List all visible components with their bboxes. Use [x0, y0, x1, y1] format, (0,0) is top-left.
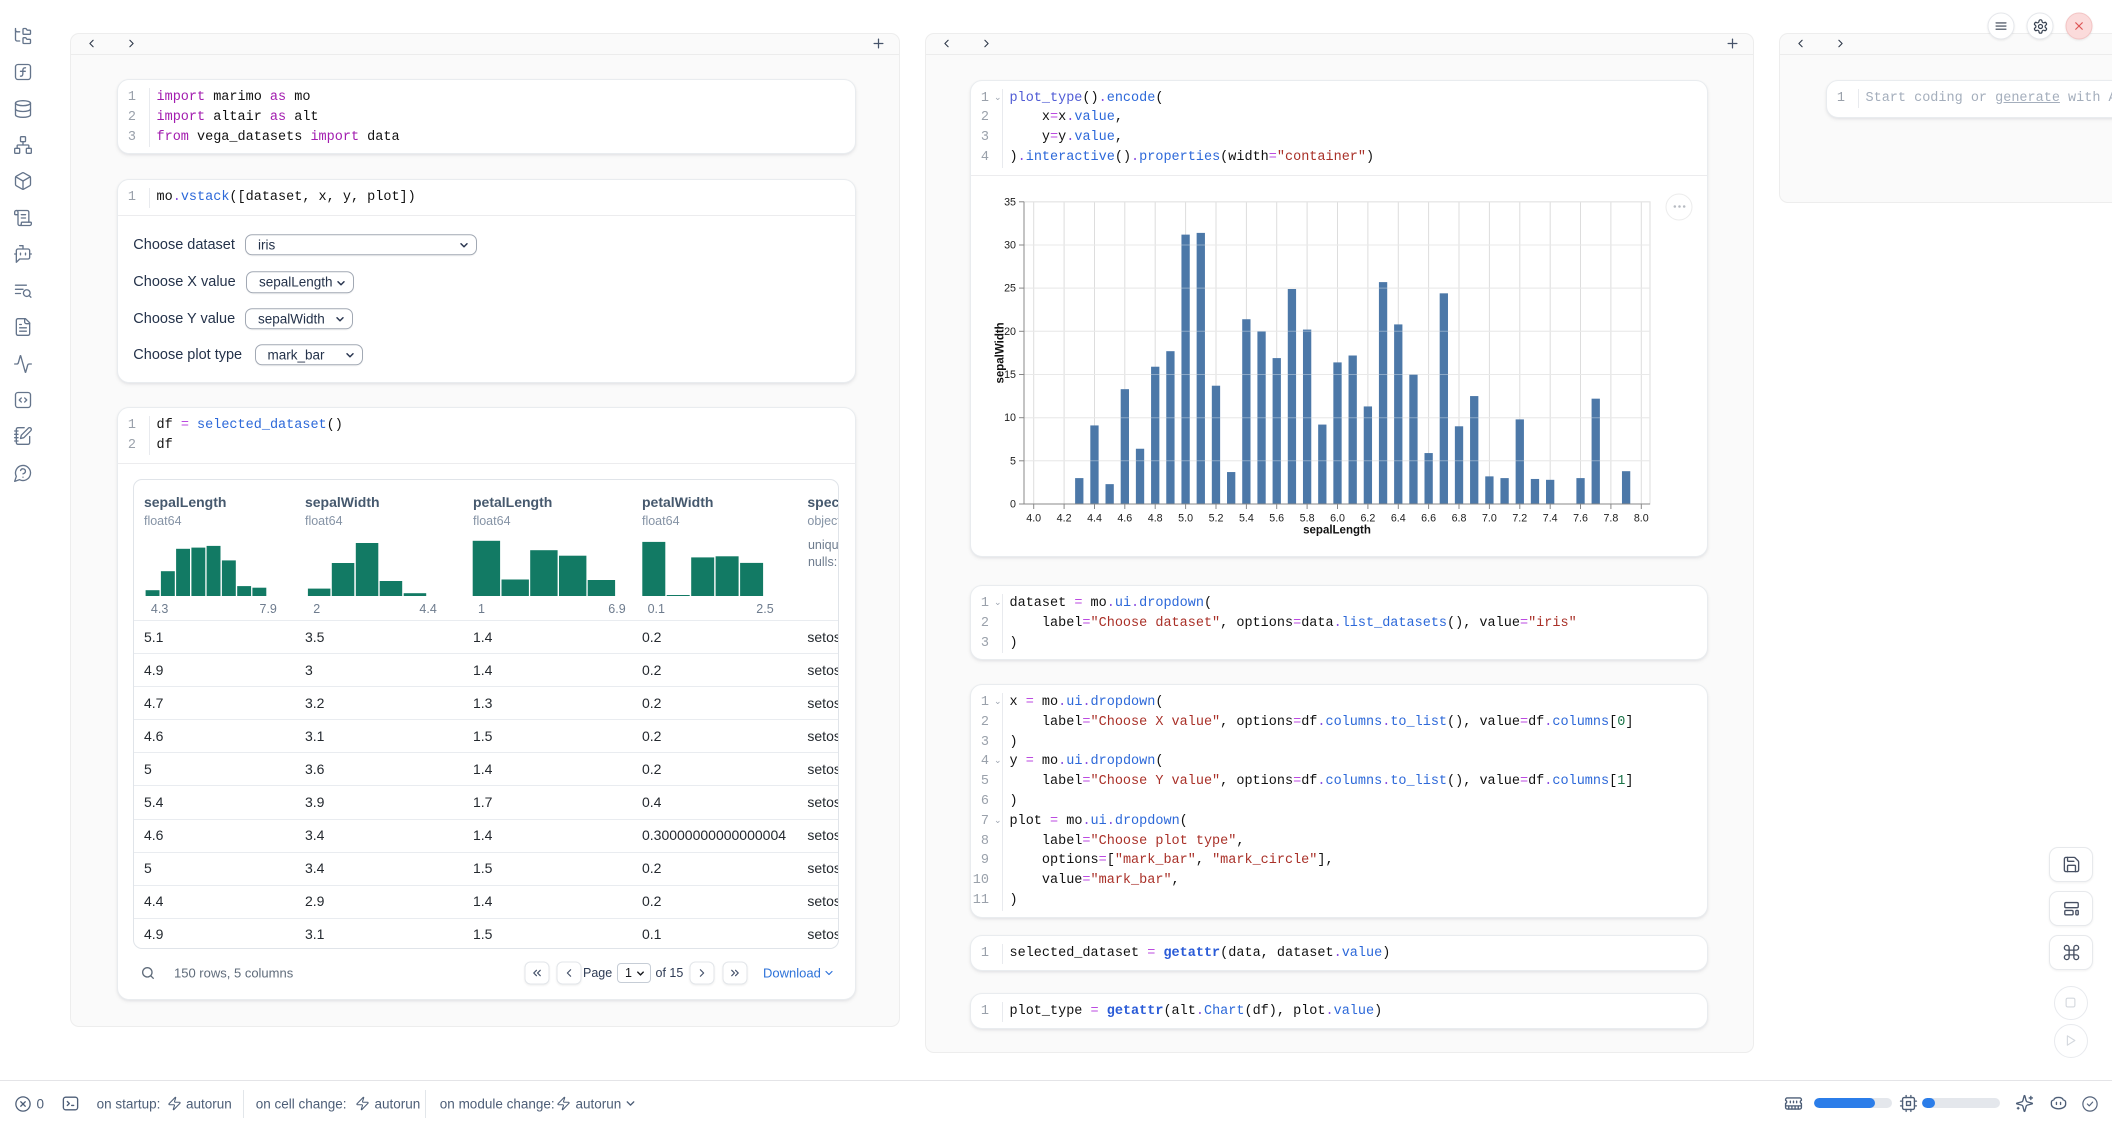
svg-text:6.2: 6.2 — [1360, 513, 1375, 525]
svg-text:5: 5 — [1010, 456, 1016, 468]
svg-text:6.4: 6.4 — [1391, 513, 1406, 525]
svg-text:5.8: 5.8 — [1300, 513, 1315, 525]
svg-text:6.0: 6.0 — [1330, 513, 1345, 525]
svg-text:5.4: 5.4 — [1239, 513, 1254, 525]
svg-text:7.8: 7.8 — [1603, 513, 1618, 525]
svg-text:5.2: 5.2 — [1209, 513, 1224, 525]
svg-text:30: 30 — [1004, 240, 1016, 252]
svg-text:4.2: 4.2 — [1057, 513, 1072, 525]
svg-text:sepalWidth: sepalWidth — [995, 323, 1007, 384]
svg-text:6.6: 6.6 — [1421, 513, 1436, 525]
svg-text:7.0: 7.0 — [1482, 513, 1497, 525]
svg-text:4.4: 4.4 — [1087, 513, 1102, 525]
svg-text:4.8: 4.8 — [1148, 513, 1163, 525]
svg-text:25: 25 — [1004, 283, 1016, 295]
svg-text:10: 10 — [1004, 413, 1016, 425]
svg-text:5.0: 5.0 — [1178, 513, 1193, 525]
svg-text:5.6: 5.6 — [1269, 513, 1284, 525]
svg-text:7.4: 7.4 — [1543, 513, 1558, 525]
svg-text:4.0: 4.0 — [1026, 513, 1041, 525]
svg-text:7.6: 7.6 — [1573, 513, 1588, 525]
svg-text:4.6: 4.6 — [1117, 513, 1132, 525]
svg-text:8.0: 8.0 — [1634, 513, 1649, 525]
svg-text:7.2: 7.2 — [1512, 513, 1527, 525]
svg-text:6.8: 6.8 — [1452, 513, 1467, 525]
svg-text:0: 0 — [1010, 499, 1016, 511]
svg-text:sepalLength: sepalLength — [1303, 525, 1371, 537]
svg-text:35: 35 — [1004, 197, 1016, 209]
